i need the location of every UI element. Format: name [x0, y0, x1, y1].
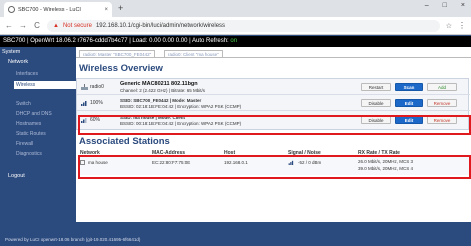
- browser-tab[interactable]: SBC700 - Wireless - LuCI ×: [4, 2, 112, 17]
- tab-close-icon[interactable]: ×: [104, 7, 108, 13]
- tab-title: SBC700 - Wireless - LuCI: [18, 6, 81, 13]
- sidebar-item-wireless[interactable]: Wireless: [14, 81, 76, 89]
- minimize-icon[interactable]: –: [425, 2, 429, 9]
- sidebar-item-switch[interactable]: Switch: [16, 101, 31, 107]
- ssid-line: SSID: SBC700_FE0442 | Mode: Master: [120, 98, 202, 103]
- sidebar-item-network[interactable]: Network: [8, 59, 28, 65]
- sidebar-item-interfaces[interactable]: Interfaces: [16, 71, 38, 77]
- warning-icon: ▲: [53, 22, 59, 29]
- tab-radio0-client[interactable]: radio0: Client "ma house": [164, 50, 223, 58]
- new-tab-icon[interactable]: +: [118, 3, 123, 13]
- sidebar-item-dhcp-dns[interactable]: DHCP and DNS: [16, 111, 52, 117]
- back-icon[interactable]: ←: [5, 21, 13, 30]
- sidebar: System Network Interfaces Wireless Switc…: [0, 47, 76, 222]
- sidebar-item-firewall[interactable]: Firewall: [16, 141, 33, 147]
- network-row: 100% SSID: SBC700_FE0442 | Mode: Master …: [77, 95, 470, 111]
- sidebar-item-diagnostics[interactable]: Diagnostics: [16, 151, 42, 157]
- auto-refresh-toggle[interactable]: on: [230, 38, 237, 44]
- wireless-overview-title: Wireless Overview: [79, 63, 163, 74]
- url-text: 192.168.10.1/cgi-bin/luci/admin/network/…: [95, 22, 226, 29]
- add-button[interactable]: Add: [427, 83, 457, 91]
- signal-icon: [81, 100, 88, 106]
- radio-channel-info: Channel: 2 (2.422 GHz) | Bitrate: 65 Mbi…: [120, 88, 205, 93]
- browser-tabbar: SBC700 - Wireless - LuCI × + – □ ×: [0, 0, 471, 17]
- subtabs: radio0: Master "SBC700_FE0442" radio0: C…: [76, 50, 471, 58]
- forward-icon[interactable]: →: [19, 21, 27, 30]
- radio-row: radio0 Generic MAC80211 802.11bgn Channe…: [77, 79, 470, 95]
- footer: Powered by LuCI openwrt-18.06 branch (gi…: [0, 222, 471, 246]
- close-window-icon[interactable]: ×: [461, 2, 465, 9]
- signal-percent: 100%: [90, 100, 103, 106]
- radio-name: radio0: [90, 84, 104, 90]
- highlight-box-client-network: [78, 115, 471, 135]
- scan-button[interactable]: Scan: [395, 83, 423, 91]
- disable-button[interactable]: Disable: [361, 99, 391, 107]
- sidebar-item-logout[interactable]: Logout: [8, 173, 25, 179]
- footer-powered-by[interactable]: Powered by LuCI openwrt-18.06 branch (gi…: [5, 237, 140, 242]
- remove-button[interactable]: Remove: [427, 99, 457, 107]
- browser-menu-icon[interactable]: ⋮: [458, 21, 466, 30]
- edit-button[interactable]: Edit: [395, 99, 423, 107]
- url-input[interactable]: ▲ Not secure 192.168.10.1/cgi-bin/luci/a…: [47, 19, 440, 32]
- bssid-line: BSSID: 02:18:1B:FE:04:42 | Encryption: W…: [120, 104, 242, 109]
- sidebar-item-system[interactable]: System: [2, 49, 20, 55]
- bookmark-star-icon[interactable]: ☆: [446, 22, 452, 30]
- restart-button[interactable]: Restart: [361, 83, 391, 91]
- header-status-text: SBC700 | OpenWrt 18.06.2 r7676-cddd7b4c7…: [3, 38, 231, 44]
- reload-icon[interactable]: C: [33, 21, 41, 30]
- address-bar-row: ← → C ▲ Not secure 192.168.10.1/cgi-bin/…: [0, 17, 471, 35]
- associated-stations-title: Associated Stations: [79, 136, 170, 147]
- tab-radio0-master[interactable]: radio0: Master "SBC700_FE0442": [79, 50, 156, 58]
- favicon-icon: [8, 6, 15, 13]
- sidebar-item-hostnames[interactable]: Hostnames: [16, 121, 41, 127]
- radio-title: Generic MAC80211 802.11bgn: [120, 81, 198, 87]
- screen: SBC700 - Wireless - LuCI × + – □ × ← → C…: [0, 0, 471, 246]
- sidebar-item-static-routes[interactable]: Static Routes: [16, 131, 46, 137]
- highlight-box-associated-station: [78, 155, 471, 179]
- maximize-icon[interactable]: □: [443, 2, 447, 9]
- not-secure-label[interactable]: Not secure: [63, 23, 92, 29]
- luci-status-header: SBC700 | OpenWrt 18.06.2 r7676-cddd7b4c7…: [0, 36, 471, 47]
- window-controls: – □ ×: [425, 2, 465, 9]
- radio-antenna-icon: [81, 84, 88, 90]
